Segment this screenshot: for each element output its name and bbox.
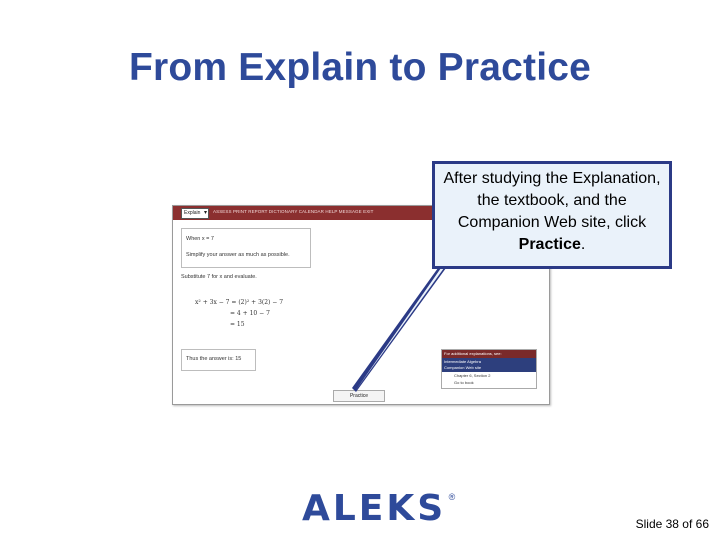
problem-line-2: Simplify your answer as much as possible… [186,252,290,258]
answer-box: Thus the answer is: 15 [181,349,256,371]
equation-line-1: x² + 3x − 7 = (2)² + 3(2) − 7 [195,299,284,306]
aleks-logo-word: ALEKS [302,488,447,529]
equation-line-2: = 4 + 10 − 7 [230,310,270,317]
problem-line-1: When x = 7 [186,236,214,242]
resources-title-line-2: Companion Web site [444,365,482,370]
callout-box: After studying the Explanation, the text… [432,161,672,269]
callout-practice-word: Practice [518,236,581,253]
resources-panel: For additional explanations, see: Interm… [441,349,537,389]
aleks-logo: ALEKS ® [302,488,455,529]
top-menu-items[interactable]: ASSESS PRINT REPORT DICTIONARY CALENDAR … [213,209,374,214]
resource-item-chapter[interactable]: Chapter 6, Section 2 [442,372,536,379]
problem-box: When x = 7 Simplify your answer as much … [181,228,311,268]
resources-title[interactable]: Intermediate Algebra Companion Web site [442,358,536,372]
mode-select[interactable]: Explain [181,208,209,219]
resources-header: For additional explanations, see: [442,350,536,358]
registered-mark: ® [448,492,456,502]
callout-text: After studying the Explanation, the text… [443,170,661,231]
practice-button[interactable]: Practice [333,390,385,402]
equation-line-3: = 15 [230,321,245,328]
substitute-text: Substitute 7 for x and evaluate. [181,274,257,280]
callout-period: . [580,236,586,253]
slide-title: From Explain to Practice [128,46,592,89]
answer-text: Thus the answer is: 15 [186,356,242,362]
resource-item-book[interactable]: Go to book [442,379,536,386]
slide-number: Slide 38 of 66 [635,517,709,531]
